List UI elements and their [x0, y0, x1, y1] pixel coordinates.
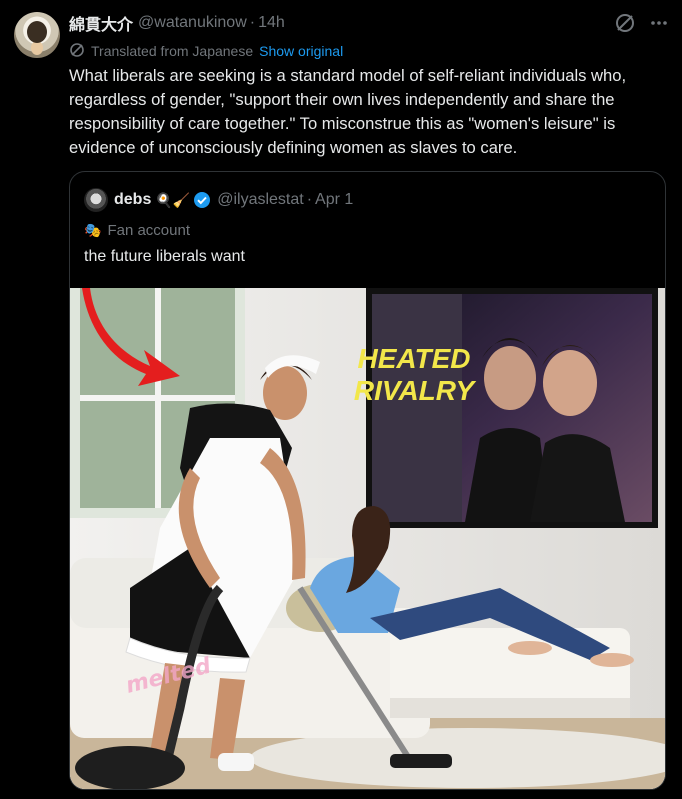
quote-text: the future liberals want	[84, 248, 245, 265]
author-name[interactable]: 綿貫大介	[69, 11, 133, 35]
quote-date: Apr 1	[315, 191, 354, 208]
author-handle[interactable]: @watanukinow	[138, 14, 247, 32]
tweet-time[interactable]: 14h	[258, 14, 285, 32]
grok-translate-icon[interactable]	[614, 12, 636, 34]
tv-title-line2: RIVALRY	[354, 375, 477, 406]
quote-image-illustration: HEATED RIVALRY melted	[70, 288, 665, 789]
tweet-header: 綿貫大介 @watanukinow · 14h	[69, 12, 285, 34]
quote-author-name: debs	[114, 191, 152, 208]
quote-header: debs 🍳🧹 @ilyaslestat · Apr 1	[84, 188, 353, 212]
fan-account-text: Fan account	[107, 221, 190, 239]
quote-name-emoji: 🍳🧹	[155, 191, 191, 208]
translate-icon	[69, 42, 91, 61]
tweet-text: What liberals are seeking is a standard …	[69, 66, 627, 157]
translation-note: Translated from Japanese Show original	[69, 41, 343, 61]
top-actions	[614, 12, 668, 34]
fan-account-label: 🎭 Fan account	[84, 220, 190, 240]
translated-label: Translated from Japanese	[91, 43, 254, 59]
verified-icon	[193, 191, 211, 209]
quoted-tweet[interactable]: debs 🍳🧹 @ilyaslestat · Apr 1 🎭 Fan accou…	[69, 171, 666, 790]
tv-title-line1: HEATED	[357, 343, 470, 374]
quote-author-handle: @ilyaslestat	[217, 191, 304, 208]
quote-image[interactable]: HEATED RIVALRY melted	[70, 288, 665, 789]
show-original-link[interactable]: Show original	[259, 43, 343, 59]
quote-avatar	[84, 188, 108, 212]
separator-dot: ·	[249, 14, 256, 31]
author-avatar[interactable]	[14, 12, 60, 58]
more-icon[interactable]	[650, 14, 668, 32]
mask-icon: 🎭	[84, 221, 102, 238]
quote-separator: ·	[306, 191, 313, 208]
